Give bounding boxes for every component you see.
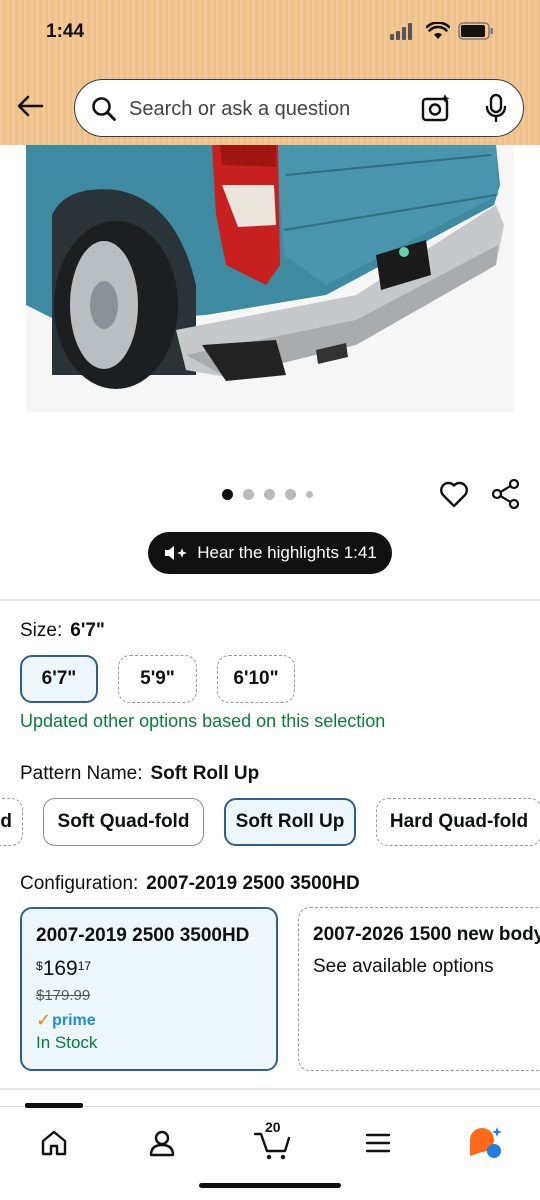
prime-label: prime — [52, 1011, 96, 1029]
nav-menu[interactable] — [358, 1123, 398, 1163]
size-option-label: 5'9" — [140, 668, 175, 689]
pattern-option-label: d — [0, 811, 12, 832]
configuration-title: 2007-2026 1500 new body — [313, 924, 540, 945]
microphone-icon[interactable] — [483, 93, 509, 125]
product-image[interactable] — [26, 145, 514, 412]
gallery-dot[interactable] — [306, 491, 313, 498]
wifi-icon — [426, 22, 450, 39]
size-option-selected[interactable]: 6'7" — [20, 655, 98, 703]
pattern-option[interactable]: d — [0, 798, 23, 846]
pattern-option-selected[interactable]: Soft Roll Up — [224, 798, 356, 846]
status-icons — [390, 22, 494, 40]
prime-check-icon: ✓ — [36, 1010, 52, 1030]
pattern-label: Pattern Name: — [20, 763, 143, 784]
prime-badge: ✓ prime — [36, 1010, 262, 1031]
pattern-option[interactable]: Hard Quad-fold — [376, 798, 540, 846]
home-indicator — [199, 1183, 341, 1188]
gallery-dot[interactable] — [222, 489, 233, 500]
size-selected-value: 6'7" — [70, 620, 105, 641]
truck-tailgate-image — [26, 145, 514, 412]
size-option[interactable]: 5'9" — [118, 655, 197, 703]
configuration-selected-value: 2007-2019 2500 3500HD — [146, 873, 360, 894]
nav-home[interactable] — [34, 1123, 74, 1163]
share-icon[interactable] — [490, 478, 522, 510]
size-label: Size: — [20, 620, 63, 641]
pattern-option-label: Soft Quad-fold — [57, 811, 190, 832]
cart-count: 20 — [265, 1119, 281, 1135]
configuration-card-selected[interactable]: 2007-2019 2500 3500HD $ 169 17 $179.99 ✓… — [20, 907, 278, 1071]
pattern-selected-value: Soft Roll Up — [150, 763, 260, 784]
size-option-label: 6'10" — [233, 668, 279, 689]
pattern-option[interactable]: Soft Quad-fold — [43, 798, 204, 846]
speaker-sparkle-icon — [165, 546, 188, 560]
size-option[interactable]: 6'10" — [217, 655, 295, 703]
section-divider — [0, 1088, 540, 1090]
camera-lens-icon[interactable] — [421, 93, 451, 123]
gallery-pagination[interactable] — [222, 489, 313, 500]
battery-icon — [458, 22, 493, 40]
configuration-label-row: Configuration: 2007-2019 2500 3500HD — [20, 873, 360, 895]
user-icon — [149, 1130, 175, 1157]
price-whole: 169 — [42, 957, 78, 980]
price-symbol: $ — [36, 959, 43, 973]
price: $ 169 17 — [36, 957, 262, 981]
nav-account[interactable] — [142, 1123, 182, 1163]
size-label-row: Size: 6'7" — [20, 620, 105, 642]
see-available-options: See available options — [313, 956, 494, 977]
status-time: 1:44 — [46, 21, 85, 42]
heart-icon[interactable] — [438, 478, 470, 510]
section-divider — [0, 599, 540, 601]
header: 1:44 — [0, 0, 540, 145]
selection-update-note: Updated other options based on this sele… — [20, 711, 386, 731]
pattern-option-label: Soft Roll Up — [235, 811, 345, 832]
rufus-assistant-icon — [470, 1127, 502, 1158]
nav-assistant[interactable] — [466, 1123, 506, 1163]
hear-highlights-label: Hear the highlights 1:41 — [197, 543, 377, 562]
pattern-label-row: Pattern Name: Soft Roll Up — [20, 763, 259, 785]
stock-status: In Stock — [36, 1033, 98, 1052]
gallery-dot[interactable] — [243, 489, 254, 500]
size-option-label: 6'7" — [41, 668, 77, 689]
back-arrow-icon[interactable] — [14, 90, 46, 122]
hear-highlights-button[interactable]: Hear the highlights 1:41 — [148, 532, 392, 574]
configuration-card[interactable]: 2007-2026 1500 new body See available op… — [298, 907, 540, 1071]
home-icon — [41, 1130, 67, 1156]
active-tab-indicator — [25, 1103, 83, 1108]
gallery-dot[interactable] — [285, 489, 296, 500]
configuration-title: 2007-2019 2500 3500HD — [36, 925, 250, 946]
gallery-dot[interactable] — [264, 489, 275, 500]
configuration-label: Configuration: — [20, 873, 139, 894]
menu-icon — [365, 1133, 391, 1153]
search-input[interactable] — [129, 94, 399, 124]
list-price: $179.99 — [36, 987, 91, 1004]
search-bar[interactable] — [74, 79, 524, 137]
price-fraction: 17 — [77, 959, 92, 973]
pattern-option-label: Hard Quad-fold — [389, 811, 529, 832]
cellular-signal-icon — [390, 23, 412, 40]
search-icon — [92, 97, 116, 121]
